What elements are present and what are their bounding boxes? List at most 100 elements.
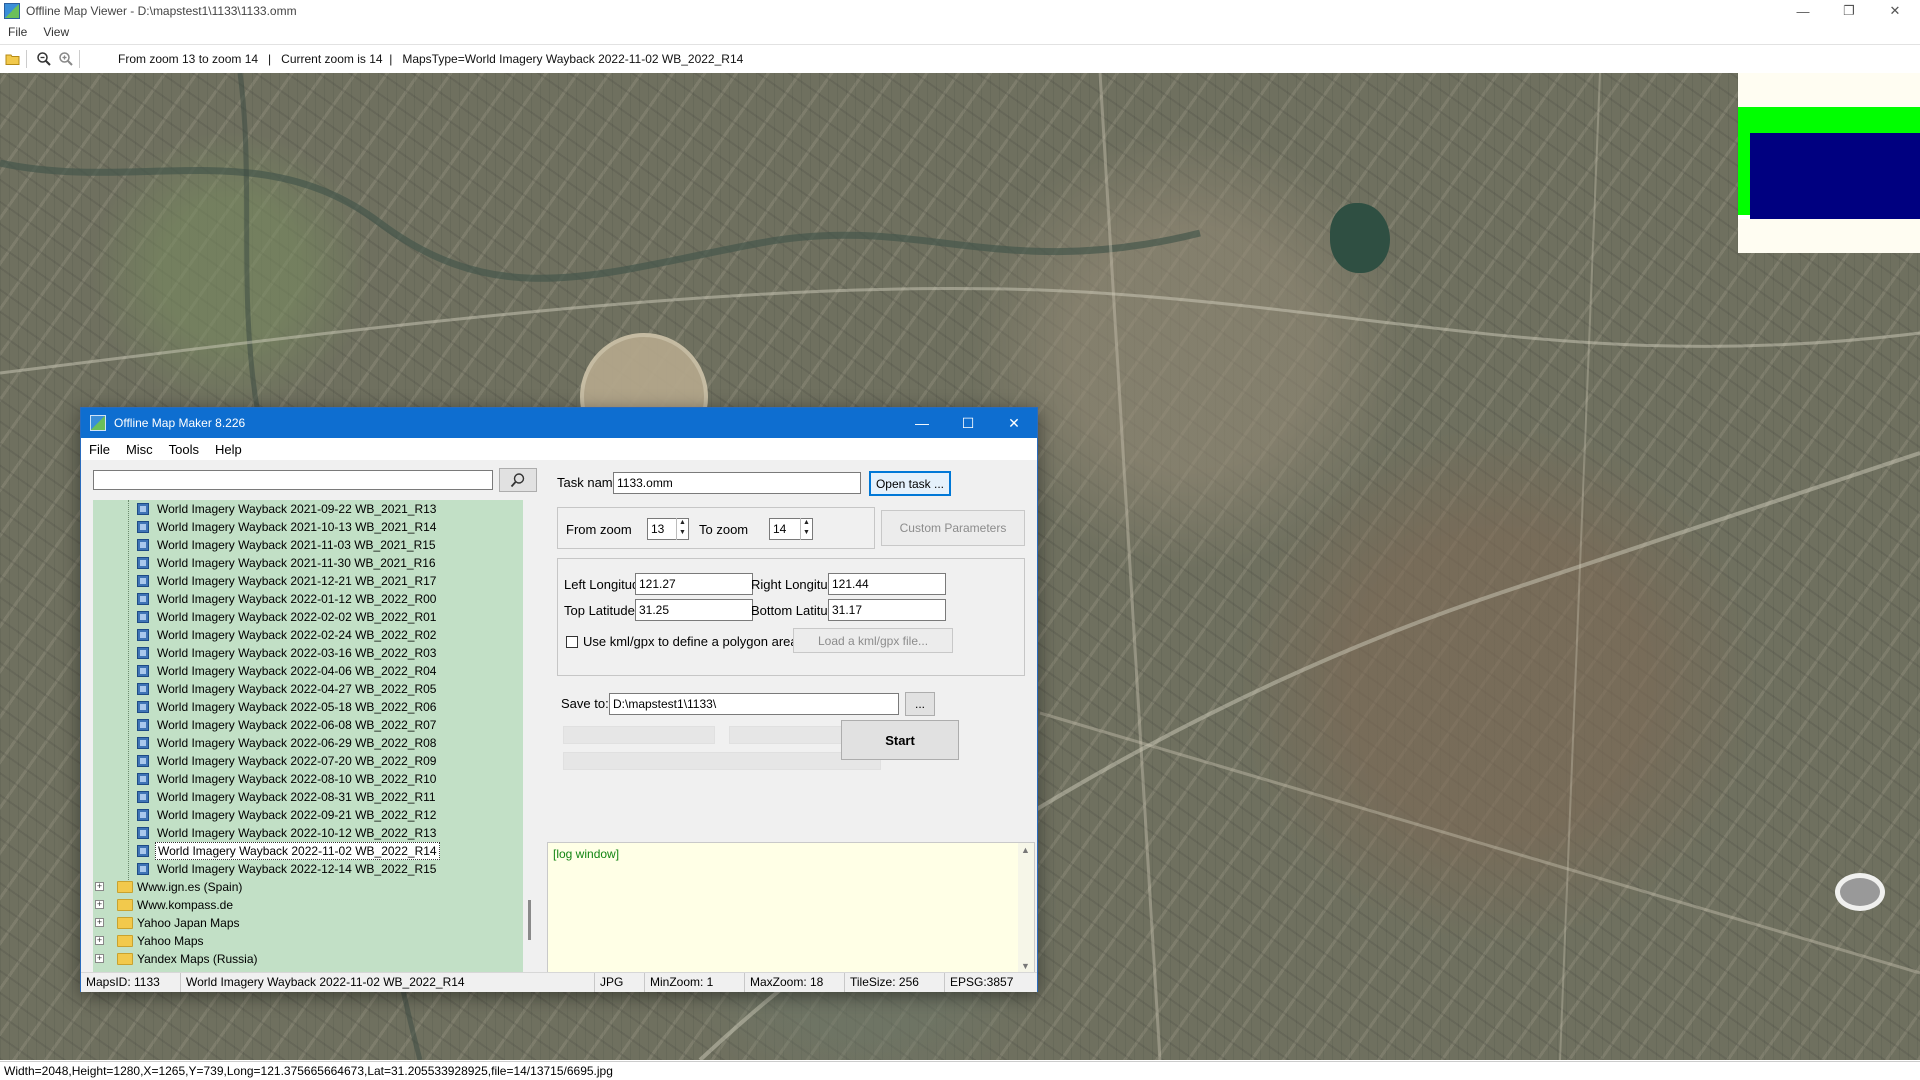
tree-map-item[interactable]: World Imagery Wayback 2022-06-08 WB_2022… xyxy=(93,716,523,734)
tree-map-item[interactable]: World Imagery Wayback 2021-10-13 WB_2021… xyxy=(93,518,523,536)
folder-icon xyxy=(117,881,133,893)
tree-map-item[interactable]: World Imagery Wayback 2022-01-12 WB_2022… xyxy=(93,590,523,608)
from-zoom-spinner[interactable]: ▲ ▼ xyxy=(676,518,688,540)
tree-folder-item[interactable]: + Yahoo Maps xyxy=(93,932,523,950)
tree-map-item[interactable]: World Imagery Wayback 2022-04-27 WB_2022… xyxy=(93,680,523,698)
folder-icon xyxy=(117,917,133,929)
status-map-name: World Imagery Wayback 2022-11-02 WB_2022… xyxy=(181,973,595,992)
tree-map-item[interactable]: World Imagery Wayback 2022-08-10 WB_2022… xyxy=(93,770,523,788)
dialog-minimize-button[interactable]: — xyxy=(899,408,945,438)
tree-map-item[interactable]: World Imagery Wayback 2021-12-21 WB_2021… xyxy=(93,572,523,590)
task-name-input[interactable]: 1133.omm xyxy=(613,472,861,494)
restore-button[interactable]: ❐ xyxy=(1826,0,1872,22)
custom-parameters-button[interactable]: Custom Parameters xyxy=(881,510,1025,546)
map-tile-icon xyxy=(137,791,149,803)
kml-polygon-checkbox[interactable] xyxy=(566,636,578,648)
save-to-input[interactable]: D:\mapstest1\1133\ xyxy=(609,693,899,715)
expand-icon[interactable]: + xyxy=(95,954,104,963)
zoom-in-icon[interactable] xyxy=(57,50,75,68)
dialog-menu-misc[interactable]: Misc xyxy=(118,442,161,457)
status-maps-id: MapsID: 1133 xyxy=(81,973,181,992)
tree-map-item[interactable]: World Imagery Wayback 2021-09-22 WB_2021… xyxy=(93,500,523,518)
kml-polygon-label: Use kml/gpx to define a polygon area xyxy=(583,634,798,649)
dialog-menu-tools[interactable]: Tools xyxy=(161,442,207,457)
progress-bar-total xyxy=(563,752,881,770)
tree-scrollbar-thumb[interactable] xyxy=(528,900,531,940)
status-tile-size: TileSize: 256 xyxy=(845,973,945,992)
log-window[interactable]: [log window] ▲ ▼ xyxy=(547,842,1035,974)
scroll-up-icon[interactable]: ▲ xyxy=(1021,845,1030,855)
tree-scrollbar[interactable] xyxy=(523,500,539,974)
tree-map-item[interactable]: World Imagery Wayback 2022-04-06 WB_2022… xyxy=(93,662,523,680)
dialog-close-button[interactable]: ✕ xyxy=(991,408,1037,438)
map-tile-icon xyxy=(137,701,149,713)
search-button[interactable] xyxy=(499,468,537,492)
tree-map-item[interactable]: World Imagery Wayback 2022-05-18 WB_2022… xyxy=(93,698,523,716)
map-tile-icon xyxy=(137,719,149,731)
start-button[interactable]: Start xyxy=(841,720,959,760)
tree-map-item[interactable]: World Imagery Wayback 2022-03-16 WB_2022… xyxy=(93,644,523,662)
log-scrollbar[interactable]: ▲ ▼ xyxy=(1018,843,1034,973)
tree-folder-label: Www.kompass.de xyxy=(137,898,234,912)
tree-map-item[interactable]: World Imagery Wayback 2022-11-02 WB_2022… xyxy=(93,842,523,860)
minimize-button[interactable]: — xyxy=(1780,0,1826,22)
tree-item-label: World Imagery Wayback 2022-08-31 WB_2022… xyxy=(157,790,436,804)
open-task-button[interactable]: Open task ... xyxy=(869,471,951,496)
browse-folder-button[interactable]: ... xyxy=(905,692,935,716)
expand-icon[interactable]: + xyxy=(95,918,104,927)
tree-map-item[interactable]: World Imagery Wayback 2022-08-31 WB_2022… xyxy=(93,788,523,806)
tree-item-label: World Imagery Wayback 2022-03-16 WB_2022… xyxy=(157,646,437,660)
minimap[interactable] xyxy=(1738,73,1920,253)
tree-folder-item[interactable]: + Www.kompass.de xyxy=(93,896,523,914)
tree-map-item[interactable]: World Imagery Wayback 2022-02-24 WB_2022… xyxy=(93,626,523,644)
map-tile-icon xyxy=(137,557,149,569)
map-type-tree[interactable]: World Imagery Wayback 2021-09-22 WB_2021… xyxy=(93,500,523,974)
tree-folder-item[interactable]: + Yahoo Japan Maps xyxy=(93,914,523,932)
tree-map-item[interactable]: World Imagery Wayback 2021-11-30 WB_2021… xyxy=(93,554,523,572)
menu-view[interactable]: View xyxy=(35,25,77,39)
dialog-menu-help[interactable]: Help xyxy=(207,442,250,457)
map-tile-icon xyxy=(137,503,149,515)
tree-folder-item[interactable]: + Www.ign.es (Spain) xyxy=(93,878,523,896)
tree-map-item[interactable]: World Imagery Wayback 2022-09-21 WB_2022… xyxy=(93,806,523,824)
tree-map-item[interactable]: World Imagery Wayback 2022-02-02 WB_2022… xyxy=(93,608,523,626)
tree-map-item[interactable]: World Imagery Wayback 2021-11-03 WB_2021… xyxy=(93,536,523,554)
tree-map-item[interactable]: World Imagery Wayback 2022-06-29 WB_2022… xyxy=(93,734,523,752)
minimap-background xyxy=(1738,219,1920,253)
map-tile-icon xyxy=(137,629,149,641)
zoom-out-icon[interactable] xyxy=(35,50,53,68)
to-zoom-spinner[interactable]: ▲ ▼ xyxy=(800,518,812,540)
dialog-titlebar[interactable]: Offline Map Maker 8.226 — ☐ ✕ xyxy=(81,408,1037,438)
dialog-menubar: File Misc Tools Help xyxy=(81,438,1037,460)
tree-folder-item[interactable]: + Yandex Maps (Russia) xyxy=(93,950,523,968)
expand-icon[interactable]: + xyxy=(95,882,104,891)
open-folder-icon[interactable] xyxy=(4,50,22,68)
expand-icon[interactable]: + xyxy=(95,936,104,945)
dialog-maximize-button[interactable]: ☐ xyxy=(945,408,991,438)
right-longitude-input[interactable]: 121.44 xyxy=(828,573,946,595)
close-button[interactable]: ✕ xyxy=(1872,0,1918,22)
expand-icon[interactable]: + xyxy=(95,900,104,909)
menu-file[interactable]: File xyxy=(0,25,35,39)
left-longitude-input[interactable]: 121.27 xyxy=(635,573,753,595)
map-type-pane: World Imagery Wayback 2021-09-22 WB_2021… xyxy=(83,462,539,974)
tree-map-item[interactable]: World Imagery Wayback 2022-12-14 WB_2022… xyxy=(93,860,523,878)
dialog-menu-file[interactable]: File xyxy=(81,442,118,457)
top-latitude-label: Top Latitude xyxy=(564,603,635,618)
bottom-latitude-input[interactable]: 31.17 xyxy=(828,599,946,621)
tree-item-label: World Imagery Wayback 2022-06-29 WB_2022… xyxy=(157,736,437,750)
map-lake xyxy=(1330,203,1390,273)
toolbar-separator xyxy=(26,50,27,68)
tree-map-item[interactable]: World Imagery Wayback 2022-10-12 WB_2022… xyxy=(93,824,523,842)
load-kml-button[interactable]: Load a kml/gpx file... xyxy=(793,628,953,653)
progress-bar-1 xyxy=(563,726,715,744)
top-latitude-input[interactable]: 31.25 xyxy=(635,599,753,621)
dialog-status-bar: MapsID: 1133 World Imagery Wayback 2022-… xyxy=(81,972,1037,992)
status-format: JPG xyxy=(595,973,645,992)
to-zoom-label: To zoom xyxy=(699,522,749,537)
scroll-down-icon[interactable]: ▼ xyxy=(1021,961,1030,971)
map-search-input[interactable] xyxy=(93,470,493,490)
map-tile-icon xyxy=(137,539,149,551)
tree-map-item[interactable]: World Imagery Wayback 2022-07-20 WB_2022… xyxy=(93,752,523,770)
map-tile-icon xyxy=(137,737,149,749)
